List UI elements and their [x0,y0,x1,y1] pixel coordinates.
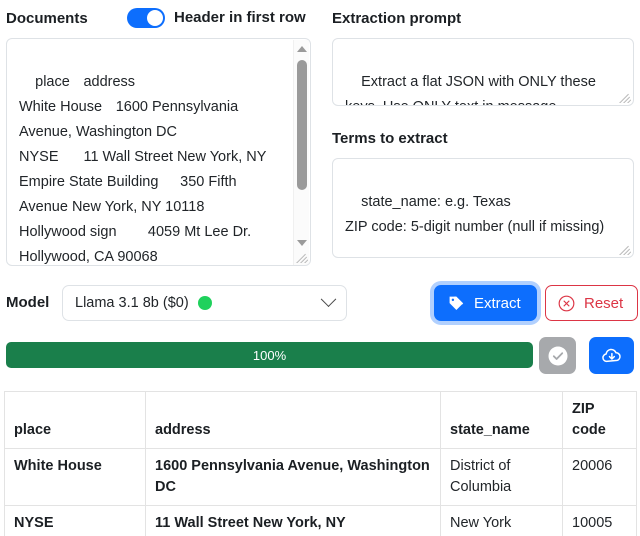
resize-grip-icon[interactable] [619,243,631,255]
resize-grip-icon[interactable] [296,251,308,263]
header-in-first-row-toggle-group[interactable]: Header in first row [127,8,306,28]
model-status-dot-icon [197,296,212,310]
switch-knob [147,10,163,26]
results-table-head: place address state_name ZIP code [4,391,637,449]
terms-to-extract-textarea[interactable]: state_name: e.g. Texas ZIP code: 5-digit… [332,158,634,258]
table-row: NYSE 11 Wall Street New York, NY New Yor… [4,505,637,536]
column-header-address: address [145,391,441,449]
cell-place: White House [4,448,146,506]
table-header-row: place address state_name ZIP code [4,391,637,449]
download-results-button[interactable] [589,337,634,374]
documents-textarea-content: place address White House 1600 Pennsylva… [19,74,267,265]
cell-state-name: District of Columbia [440,448,563,506]
extract-button[interactable]: Extract [434,285,537,321]
scrollbar-thumb[interactable] [297,60,307,190]
terms-to-extract-label: Terms to extract [332,130,448,147]
tag-icon [449,296,464,310]
progress-bar-fill: 100% [6,342,533,368]
documents-label: Documents [6,10,88,27]
header-in-first-row-label: Header in first row [174,9,306,26]
header-in-first-row-switch[interactable] [127,8,165,28]
resize-grip-icon[interactable] [619,91,631,103]
extraction-prompt-label: Extraction prompt [332,10,462,27]
cell-state-name: New York [440,505,563,536]
copy-results-button[interactable] [539,337,576,374]
documents-textarea[interactable]: place address White House 1600 Pennsylva… [6,38,311,266]
x-circle-icon [558,295,575,311]
extraction-prompt-content: Extract a flat JSON with ONLY these keys… [345,74,596,105]
column-header-place: place [4,391,146,449]
cell-address: 11 Wall Street New York, NY [145,505,441,536]
check-circle-icon [548,346,567,365]
app-root: Documents Header in first row place addr… [0,0,640,536]
table-row: White House 1600 Pennsylvania Avenue, Wa… [4,448,637,506]
documents-scrollbar[interactable] [293,40,309,265]
progress-percent-label: 100% [252,347,287,363]
cell-zip-code: 20006 [562,448,637,506]
cloud-download-icon [601,348,621,362]
model-select[interactable]: Llama 3.1 8b ($0) [62,285,347,321]
extract-button-label: Extract [474,294,521,312]
reset-button[interactable]: Reset [545,285,639,321]
scroll-up-arrow-icon[interactable] [297,46,307,52]
cell-zip-code: 10005 [562,505,637,536]
model-label: Model [6,294,50,311]
model-select-value: Llama 3.1 8b ($0) [75,295,189,311]
results-table: place address state_name ZIP code White … [4,391,637,536]
progress-bar: 100% [6,342,533,368]
column-header-state-name: state_name [440,391,563,449]
cell-place: NYSE [4,505,146,536]
chevron-down-icon [320,290,337,307]
extraction-prompt-textarea[interactable]: Extract a flat JSON with ONLY these keys… [332,38,634,106]
cell-address: 1600 Pennsylvania Avenue, Washington DC [145,448,441,506]
results-table-body: White House 1600 Pennsylvania Avenue, Wa… [4,448,637,536]
terms-to-extract-content: state_name: e.g. Texas ZIP code: 5-digit… [345,194,605,235]
scroll-down-arrow-icon[interactable] [297,240,307,246]
column-header-zip-code: ZIP code [562,391,637,449]
reset-button-label: Reset [584,294,624,312]
